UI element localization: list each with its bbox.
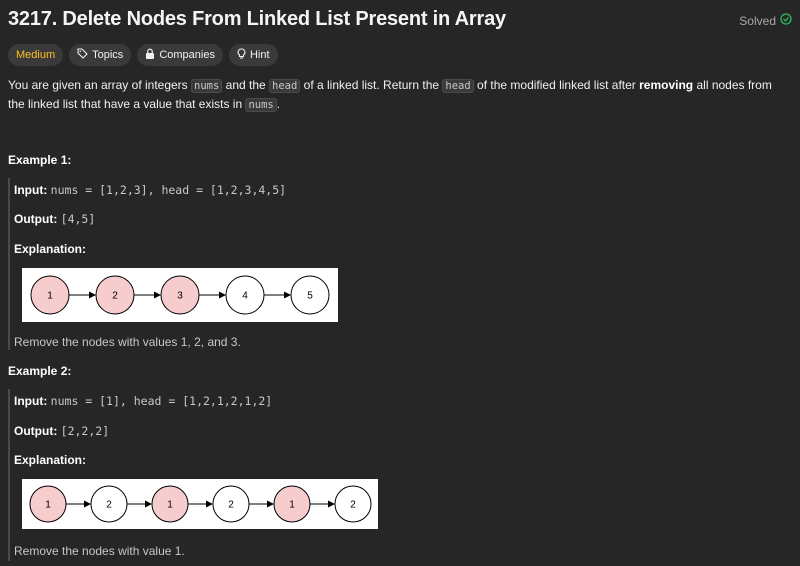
topics-button[interactable]: Topics <box>69 44 132 66</box>
example-2-input: Input: nums = [1], head = [1,2,1,2,1,2] <box>14 394 272 408</box>
tag-row: Medium Topics Companies Hint <box>8 44 278 66</box>
output-value: [2,2,2] <box>60 424 110 438</box>
desc-text: of a linked list. Return the <box>300 78 443 92</box>
example-1-output: Output: [4,5] <box>14 212 95 226</box>
example-2-note: Remove the nodes with value 1. <box>14 544 185 558</box>
companies-label: Companies <box>159 49 215 61</box>
node-value: 1 <box>45 500 51 511</box>
example-1-block <box>8 178 722 350</box>
input-value: nums = [1,2,3], head = [1,2,3,4,5] <box>50 183 287 197</box>
example-2-explanation: Explanation: <box>14 453 86 467</box>
example-1-input: Input: nums = [1,2,3], head = [1,2,3,4,5… <box>14 183 286 197</box>
desc-text: of the modified linked list after <box>473 78 640 92</box>
check-circle-icon <box>780 13 792 28</box>
hint-label: Hint <box>249 49 270 61</box>
example-2-diagram: 1 2 1 2 1 2 <box>22 479 378 529</box>
output-label: Output: <box>14 212 58 226</box>
lock-icon <box>145 48 155 62</box>
input-label: Input: <box>14 183 48 197</box>
example-1-diagram: 1 2 3 4 5 <box>22 268 338 322</box>
difficulty-label: Medium <box>16 49 56 61</box>
desc-bold: removing <box>639 78 694 92</box>
problem-title: 3217. Delete Nodes From Linked List Pres… <box>8 8 506 30</box>
code-nums: nums <box>245 98 277 112</box>
companies-button[interactable]: Companies <box>137 44 223 66</box>
node-value: 1 <box>289 500 295 511</box>
node-value: 2 <box>106 500 112 511</box>
example-1-explanation: Explanation: <box>14 242 86 256</box>
node-value: 2 <box>112 291 118 302</box>
solved-status: Solved <box>739 13 792 28</box>
linked-list-svg: 1 2 1 2 1 2 <box>29 485 372 523</box>
explanation-label: Explanation: <box>14 242 87 256</box>
node-value: 1 <box>167 500 173 511</box>
solved-label: Solved <box>739 13 776 28</box>
input-value: nums = [1], head = [1,2,1,2,1,2] <box>50 394 273 408</box>
example-2-block <box>8 389 722 561</box>
lightbulb-icon <box>237 47 246 63</box>
node-value: 3 <box>177 291 183 302</box>
desc-text: . <box>276 97 281 111</box>
example-2-output: Output: [2,2,2] <box>14 424 109 438</box>
node-value: 2 <box>350 500 356 511</box>
desc-text: You are given an array of integers <box>8 78 192 92</box>
linked-list-svg: 1 2 3 4 5 <box>30 275 330 315</box>
node-value: 2 <box>228 500 234 511</box>
tag-icon <box>77 48 88 62</box>
node-value: 4 <box>242 291 248 302</box>
difficulty-badge[interactable]: Medium <box>8 44 64 66</box>
code-head: head <box>269 79 301 93</box>
problem-description: You are given an array of integers nums … <box>8 76 788 114</box>
output-value: [4,5] <box>60 212 96 226</box>
example-1-heading: Example 1: <box>8 153 72 167</box>
input-label: Input: <box>14 394 48 408</box>
node-value: 1 <box>47 291 53 302</box>
output-label: Output: <box>14 424 58 438</box>
example-2-heading: Example 2: <box>8 364 72 378</box>
hint-button[interactable]: Hint <box>228 44 278 66</box>
code-nums: nums <box>191 79 223 93</box>
code-head: head <box>442 79 474 93</box>
desc-text: and the <box>222 78 270 92</box>
topics-label: Topics <box>92 49 124 61</box>
example-1-note: Remove the nodes with values 1, 2, and 3… <box>14 335 241 349</box>
node-value: 5 <box>307 291 313 302</box>
explanation-label: Explanation: <box>14 453 87 467</box>
